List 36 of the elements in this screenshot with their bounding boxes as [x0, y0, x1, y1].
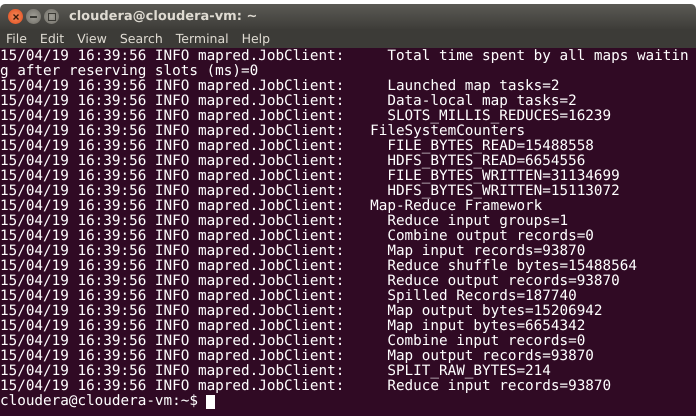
terminal-line: 15/04/19 16:39:56 INFO mapred.JobClient: Reduce input groups=1: [0, 214, 570, 229]
terminal-line: 15/04/19 16:39:56 INFO mapred.JobClient: Map input records=93870: [0, 244, 586, 259]
terminal-line: 15/04/19 16:39:56 INFO mapred.JobClient: FILE_BYTES_READ=15488558: [0, 139, 595, 154]
maximize-button[interactable]: [44, 9, 59, 24]
terminal-line: 15/04/19 16:39:56 INFO mapred.JobClient: Spilled Records=187740: [0, 289, 578, 304]
menu-item[interactable]: Edit: [40, 31, 64, 46]
close-button[interactable]: [8, 9, 23, 24]
terminal-line: 15/04/19 16:39:56 INFO mapred.JobClient: Reduce output records=93870: [0, 274, 621, 289]
terminal-line: g after reserving slots (ms)=0: [0, 64, 260, 79]
menu-item[interactable]: Terminal: [176, 31, 229, 46]
terminal-line: 15/04/19 16:39:56 INFO mapred.JobClient: Combine input records=0: [0, 334, 586, 349]
terminal-line: 15/04/19 16:39:56 INFO mapred.JobClient: FileSystemCounters: [0, 124, 526, 139]
text-cursor: [206, 394, 215, 408]
terminal-line: 15/04/19 16:39:56 INFO mapred.JobClient: Map-Reduce Framework: [0, 199, 542, 214]
terminal-line: 15/04/19 16:39:56 INFO mapred.JobClient: FILE_BYTES_WRITTEN=31134699: [0, 169, 621, 184]
menu-item[interactable]: View: [77, 31, 107, 46]
terminal-line: 15/04/19 16:39:56 INFO mapred.JobClient: Map input bytes=6654342: [0, 319, 586, 334]
window-title: cloudera@cloudera-vm: ~: [69, 9, 258, 24]
terminal-line: 15/04/19 16:39:56 INFO mapred.JobClient: HDFS_BYTES_WRITTEN=15113072: [0, 184, 621, 199]
terminal-line: 15/04/19 16:39:56 INFO mapred.JobClient: Reduce input records=93870: [0, 379, 612, 394]
terminal-line: 15/04/19 16:39:56 INFO mapred.JobClient: SLOTS_MILLIS_REDUCES=16239: [0, 109, 612, 124]
terminal-line: 15/04/19 16:39:56 INFO mapred.JobClient: Combine output records=0: [0, 229, 595, 244]
terminal-line: 15/04/19 16:39:56 INFO mapred.JobClient: Data-local map tasks=2: [0, 94, 578, 109]
close-icon: [12, 12, 20, 20]
menu-item[interactable]: File: [6, 31, 27, 46]
terminal-line: 15/04/19 16:39:56 INFO mapred.JobClient: HDFS_BYTES_READ=6654556: [0, 154, 586, 169]
terminal-line: 15/04/19 16:39:56 INFO mapred.JobClient: SPLIT_RAW_BYTES=214: [0, 364, 552, 379]
terminal-line: 15/04/19 16:39:56 INFO mapred.JobClient: Launched map tasks=2: [0, 79, 560, 94]
terminal-line: 15/04/19 16:39:56 INFO mapred.JobClient: Map output records=93870: [0, 349, 595, 364]
shell-prompt: cloudera@cloudera-vm:~$: [0, 394, 198, 409]
terminal-line: 15/04/19 16:39:56 INFO mapred.JobClient: Map output bytes=15206942: [0, 304, 604, 319]
minimize-button[interactable]: [26, 9, 41, 24]
terminal-line: 15/04/19 16:39:56 INFO mapred.JobClient: Reduce shuffle bytes=15488564: [0, 259, 638, 274]
terminal-line: 15/04/19 16:39:56 INFO mapred.JobClient: Total time spent by all maps waitin: [0, 49, 690, 64]
menu-item[interactable]: Help: [242, 31, 270, 46]
menu-item[interactable]: Search: [120, 31, 163, 46]
